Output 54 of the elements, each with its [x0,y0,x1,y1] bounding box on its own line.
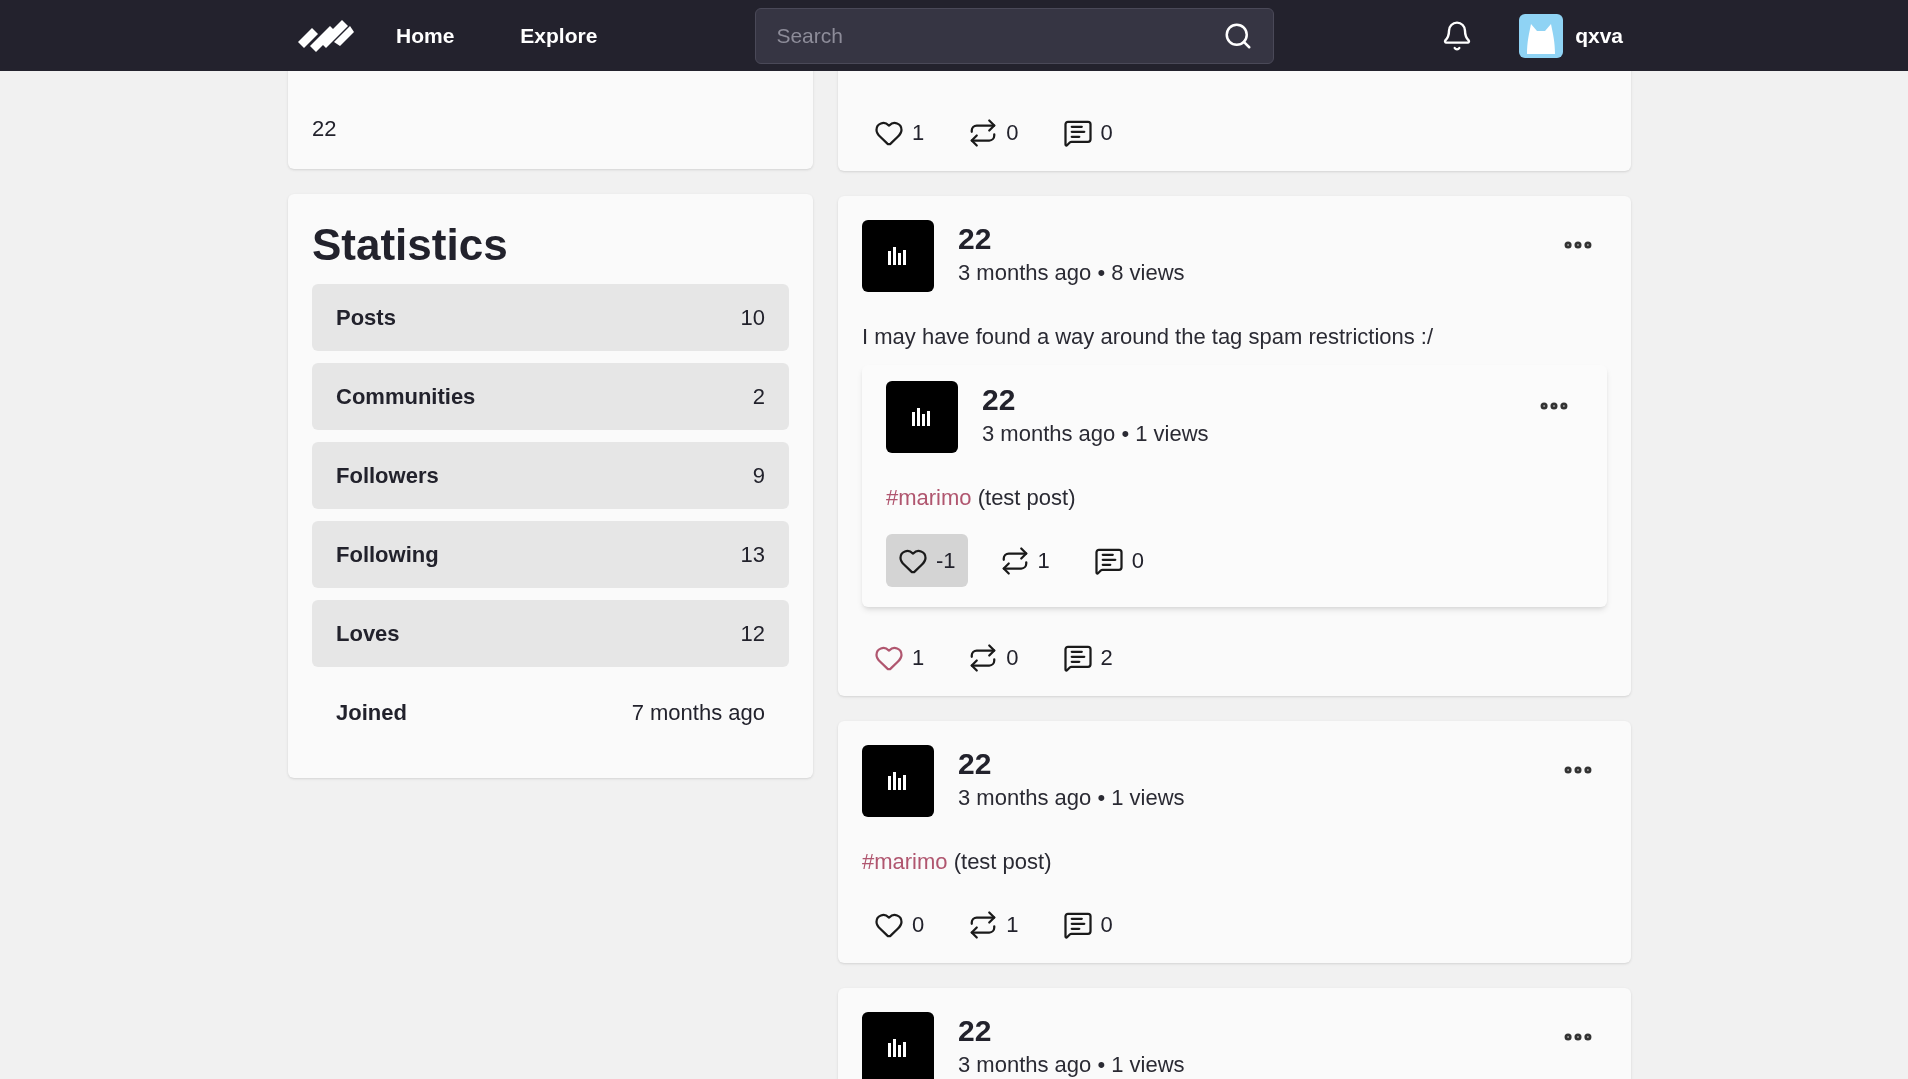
search-field[interactable]: Search [776,19,1224,52]
post-text: #marimo (test post) [886,484,1077,512]
avatar[interactable] [862,1012,934,1079]
bars-icon [888,1039,908,1057]
stat-label: Followers [336,462,439,490]
repost-button[interactable]: 1 [987,534,1062,587]
username[interactable]: qxva [1575,19,1623,52]
avatar[interactable] [862,220,934,292]
author-name[interactable]: 22 [958,1012,1537,1050]
quoted-post[interactable]: 22 3 months ago • 1 views #marimo (test post) -1 1 0 [862,365,1607,607]
stat-value: 10 [740,304,765,332]
repost-button[interactable]: 0 [956,106,1031,159]
like-button[interactable]: 1 [862,106,937,159]
repost-button[interactable]: 1 [956,898,1031,951]
avatar[interactable] [886,381,958,453]
statistics-heading: Statistics [312,219,509,271]
post-meta: 3 months ago • 8 views [958,259,1186,287]
post-text: I may have found a way around the tag spam restrictions :/ [862,323,1435,351]
post-meta: 3 months ago • 1 views [958,784,1186,812]
post-meta: 3 months ago • 1 views [982,420,1210,448]
search-bar[interactable]: Search [755,7,1275,64]
comment-button[interactable]: 0 [1050,106,1125,159]
stat-value: 7 months ago [631,699,765,727]
about-text: 22 [312,115,338,143]
stat-label: Joined [336,699,407,727]
stat-value: 13 [740,541,765,569]
comment-button[interactable]: 0 [1081,534,1157,587]
post-text: #marimo (test post) [862,848,1053,876]
hashtag-link[interactable]: #marimo [862,849,948,874]
author-name[interactable]: 22 [958,745,1537,783]
author-name[interactable]: 22 [982,381,1513,419]
stat-label: Loves [336,620,400,648]
bars-icon [888,247,908,265]
like-button[interactable]: 0 [862,898,937,951]
stat-value: 9 [752,462,765,490]
bars-icon [888,772,908,790]
stat-value: 2 [752,383,765,411]
comment-button[interactable]: 2 [1050,631,1125,684]
nav-link[interactable]: Explore [520,19,598,52]
post-meta: 3 months ago • 1 views [958,1051,1186,1079]
stat-label: Communities [336,383,476,411]
stat-value: 12 [740,620,765,648]
like-button[interactable]: -1 [886,534,968,587]
hashtag-link[interactable]: #marimo [886,485,972,510]
stat-label: Posts [336,304,396,332]
user-avatar[interactable] [1519,13,1564,58]
nav-link[interactable]: Home [396,19,455,52]
bars-icon [912,408,932,426]
comment-button[interactable]: 0 [1050,898,1125,951]
repost-button[interactable]: 0 [956,631,1031,684]
like-button[interactable]: 1 [862,631,937,684]
author-name[interactable]: 22 [958,220,1537,258]
stat-label: Following [336,541,439,569]
avatar[interactable] [862,745,934,817]
